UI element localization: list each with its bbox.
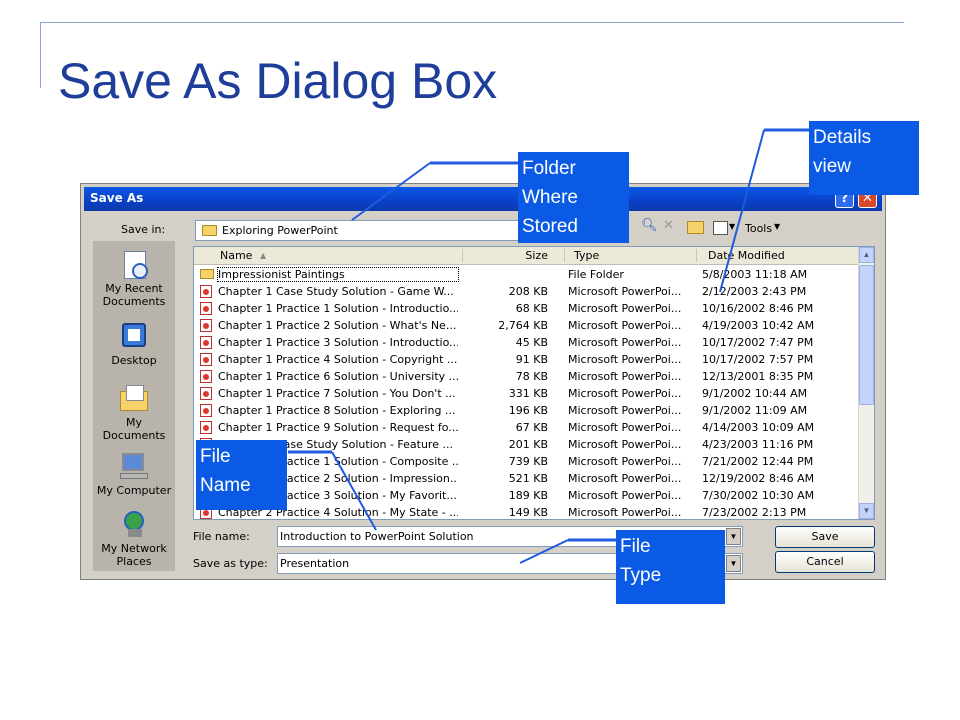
- callout-line: Type: [620, 565, 662, 586]
- callout-line: Where: [522, 187, 578, 208]
- callout-line: File: [620, 536, 651, 557]
- callout-line: Folder: [522, 158, 576, 179]
- callout-file-name: File Name: [196, 440, 287, 510]
- callout-line: Details: [813, 127, 872, 148]
- callout-pointer-lines: [288, 128, 812, 564]
- callout-line: File: [200, 446, 231, 467]
- callout-details-view: Details view: [809, 121, 919, 195]
- callout-line: Name: [200, 475, 251, 496]
- callout-folder-where-stored: Folder Where Stored: [518, 152, 629, 243]
- callout-line: Stored: [522, 216, 578, 237]
- callout-file-type: File Type: [616, 530, 725, 604]
- callout-line: view: [813, 156, 852, 177]
